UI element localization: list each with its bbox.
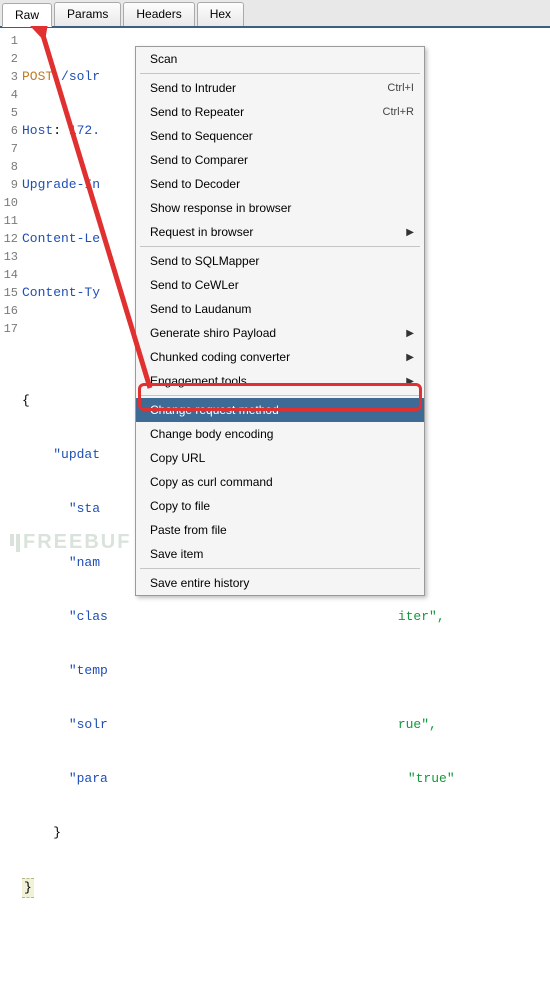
chevron-right-icon: ▶ [406, 227, 414, 238]
menu-save-item[interactable]: Save item [136, 542, 424, 566]
menu-send-repeater[interactable]: Send to RepeaterCtrl+R [136, 100, 424, 124]
menu-send-decoder[interactable]: Send to Decoder [136, 172, 424, 196]
menu-separator [140, 73, 420, 74]
tab-bar: Raw Params Headers Hex [0, 0, 550, 28]
menu-copy-url[interactable]: Copy URL [136, 446, 424, 470]
menu-send-sequencer[interactable]: Send to Sequencer [136, 124, 424, 148]
menu-separator [140, 395, 420, 396]
menu-separator [140, 246, 420, 247]
menu-separator [140, 568, 420, 569]
menu-send-laudanum[interactable]: Send to Laudanum [136, 297, 424, 321]
menu-engagement-tools[interactable]: Engagement tools▶ [136, 369, 424, 393]
watermark: FREEBUF [10, 531, 131, 554]
menu-chunked-converter[interactable]: Chunked coding converter▶ [136, 345, 424, 369]
context-menu: Scan Send to IntruderCtrl+I Send to Repe… [135, 46, 425, 596]
menu-scan[interactable]: Scan [136, 47, 424, 71]
menu-send-sqlmapper[interactable]: Send to SQLMapper [136, 249, 424, 273]
line-gutter: 1 2 3 4 5 6 7 8 9 10 11 12 13 14 15 16 1… [0, 32, 22, 986]
menu-paste-file[interactable]: Paste from file [136, 518, 424, 542]
watermark-icon [10, 534, 20, 552]
tab-raw[interactable]: Raw [2, 3, 52, 27]
chevron-right-icon: ▶ [406, 352, 414, 363]
menu-change-request-method[interactable]: Change request method [136, 398, 424, 422]
tab-hex[interactable]: Hex [197, 2, 244, 26]
menu-send-cewler[interactable]: Send to CeWLer [136, 273, 424, 297]
menu-shiro-payload[interactable]: Generate shiro Payload▶ [136, 321, 424, 345]
menu-send-comparer[interactable]: Send to Comparer [136, 148, 424, 172]
menu-request-browser[interactable]: Request in browser▶ [136, 220, 424, 244]
tab-params[interactable]: Params [54, 2, 121, 26]
menu-change-body-encoding[interactable]: Change body encoding [136, 422, 424, 446]
chevron-right-icon: ▶ [406, 328, 414, 339]
menu-copy-file[interactable]: Copy to file [136, 494, 424, 518]
chevron-right-icon: ▶ [406, 376, 414, 387]
menu-show-response[interactable]: Show response in browser [136, 196, 424, 220]
tab-headers[interactable]: Headers [123, 2, 194, 26]
menu-send-intruder[interactable]: Send to IntruderCtrl+I [136, 76, 424, 100]
menu-copy-curl[interactable]: Copy as curl command [136, 470, 424, 494]
menu-save-history[interactable]: Save entire history [136, 571, 424, 595]
